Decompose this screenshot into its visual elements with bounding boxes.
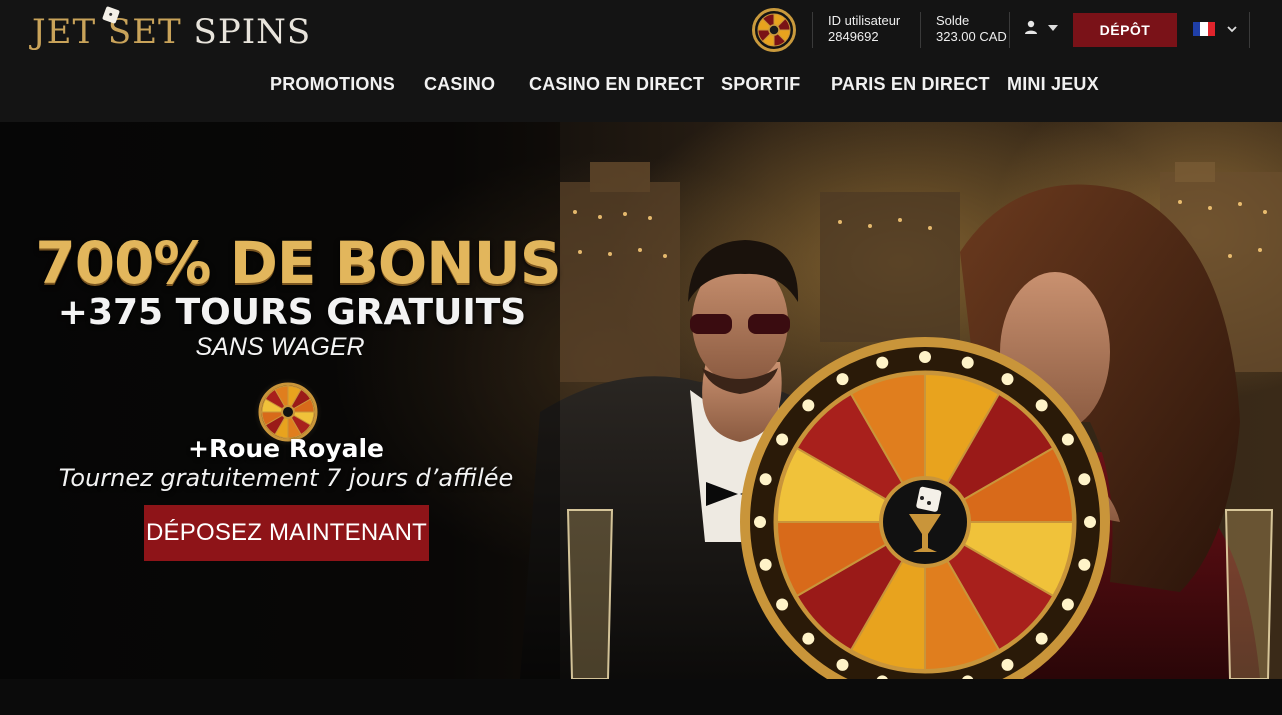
header-divider [920, 12, 921, 48]
wheel-bulb [776, 433, 789, 446]
wheel-bulb [754, 516, 766, 528]
france-flag-icon [1193, 22, 1215, 36]
wheel-bulb [1078, 473, 1091, 486]
header-divider [812, 12, 813, 48]
nav-live-casino[interactable]: CASINO EN DIRECT [529, 74, 704, 95]
nav-live-betting[interactable]: PARIS EN DIRECT [831, 74, 990, 95]
balance-block: Solde 323.00 CAD [936, 13, 1007, 45]
chevron-down-icon [1048, 25, 1058, 31]
hero-banner[interactable]: 700% DE BONUS +375 TOURS GRATUITS SANS W… [0, 122, 1282, 679]
hero-illustration [0, 122, 1282, 679]
nav-casino[interactable]: CASINO [424, 74, 495, 95]
wheel-bulb [802, 399, 815, 412]
logo-text-spins: SPINS [193, 12, 312, 52]
deposit-now-button[interactable]: DÉPOSEZ MAINTENANT [144, 505, 429, 561]
wheel-bulb [759, 558, 772, 571]
champagne-glass-right [1224, 509, 1274, 679]
site-logo[interactable]: JET SET SPINS [32, 6, 310, 56]
hero-headline: 700% DE BONUS [35, 229, 561, 297]
user-icon [1025, 20, 1037, 34]
wheel-bulb [759, 473, 772, 486]
wheel-bulb [802, 632, 815, 645]
prize-wheel-icon[interactable] [752, 8, 796, 52]
balance-label: Solde [936, 13, 970, 28]
site-header: JET SET SPINS ID utilisateur 2849692 Sol… [0, 0, 1282, 122]
royal-wheel-description: Tournez gratuitement 7 jours d’affilée [58, 464, 514, 492]
header-divider [1009, 12, 1010, 48]
user-id-label: ID utilisateur [828, 13, 901, 28]
balance-value: 323.00 CAD [936, 29, 1007, 44]
wheel-bulb [1084, 516, 1096, 528]
logo-wordmark: JET SET SPINS [32, 8, 311, 56]
chevron-down-icon [1227, 26, 1237, 33]
nav-sports[interactable]: SPORTIF [721, 74, 800, 95]
hero-headline-block: 700% DE BONUS +375 TOURS GRATUITS SANS W… [28, 232, 568, 362]
user-id-block: ID utilisateur 2849692 [828, 13, 900, 45]
wheel-bulb [776, 598, 789, 611]
page-bottom-band [0, 679, 1282, 715]
wheel-bulb [1035, 632, 1048, 645]
champagne-glass-left [566, 509, 614, 679]
hero-tagline: SANS WAGER [195, 333, 365, 361]
wheel-bulb [836, 373, 849, 386]
wheel-bulb [1001, 658, 1014, 671]
wheel-bulb [1035, 399, 1048, 412]
nav-mini-games[interactable]: MINI JEUX [1007, 74, 1099, 95]
wheel-bulb [1061, 433, 1074, 446]
user-id-value: 2849692 [828, 29, 879, 44]
royal-wheel-title: +Roue Royale [188, 434, 384, 463]
wheel-bulb [919, 351, 931, 363]
wheel-bulb [961, 356, 974, 369]
wheel-bulb [836, 658, 849, 671]
wheel-bulb [876, 356, 889, 369]
wheel-bulb [1061, 598, 1074, 611]
language-selector[interactable] [1190, 16, 1242, 42]
account-menu-button[interactable] [1020, 16, 1060, 40]
deposit-button[interactable]: DÉPÔT [1073, 13, 1177, 47]
wheel-bulb [1078, 558, 1091, 571]
hero-subheadline: +375 TOURS GRATUITS [57, 292, 527, 333]
nav-promotions[interactable]: PROMOTIONS [270, 74, 395, 95]
main-nav: PROMOTIONS CASINO CASINO EN DIRECT SPORT… [0, 70, 1282, 102]
header-divider [1249, 12, 1250, 48]
wheel-bulb [1001, 373, 1014, 386]
